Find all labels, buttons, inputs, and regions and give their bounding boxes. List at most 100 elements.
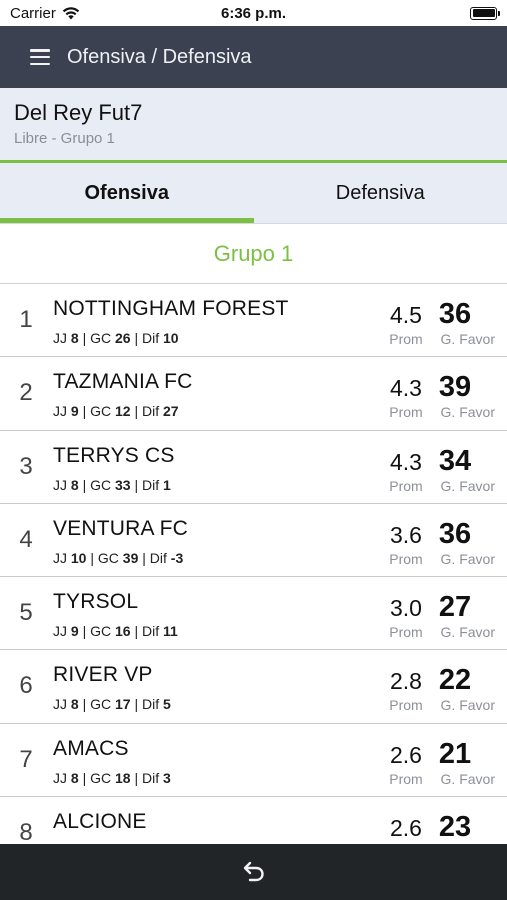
prom-label: Prom — [389, 550, 423, 567]
dif-label: Dif — [142, 769, 160, 786]
prom-value: 4.3 — [390, 448, 422, 475]
dif-value: 10 — [163, 330, 179, 346]
prom-value: 2.8 — [390, 668, 422, 695]
tab-defensiva[interactable]: Defensiva — [254, 163, 507, 223]
gc-value: 33 — [115, 476, 131, 493]
gc-value: 16 — [115, 623, 131, 640]
group-title: Grupo 1 — [0, 224, 507, 284]
goals-favor-value: 36 — [438, 298, 472, 330]
standings-list: 1 NOTTINGHAM FOREST JJ 8 | GC 26 | Dif 1… — [0, 284, 507, 871]
back-arrow-icon[interactable] — [239, 857, 269, 887]
list-item[interactable]: 3 TERRYS CS JJ 8 | GC 33 | Dif 1 4.3 Pro… — [0, 430, 507, 504]
goals-favor-label: G. Favor — [440, 624, 495, 641]
team-name: VENTURA FC — [53, 516, 189, 540]
team-stats: JJ 8 | GC 18 | Dif 3 — [53, 769, 171, 786]
league-subtitle: Libre - Grupo 1 — [14, 130, 115, 147]
gc-value: 12 — [115, 403, 131, 420]
team-stats: JJ 8 | GC 33 | Dif 1 — [53, 476, 171, 493]
jj-value: 9 — [70, 403, 79, 420]
list-item[interactable]: 1 NOTTINGHAM FOREST JJ 8 | GC 26 | Dif 1… — [0, 284, 507, 358]
rank-number: 5 — [19, 599, 33, 627]
jj-value: 8 — [70, 769, 79, 786]
battery-icon — [470, 6, 500, 20]
prom-label: Prom — [389, 477, 423, 494]
league-name: Del Rey Fut7 — [14, 100, 143, 125]
team-name: RIVER VP — [53, 663, 153, 687]
team-name: AMACS — [53, 736, 129, 760]
list-item[interactable]: 6 RIVER VP JJ 8 | GC 17 | Dif 5 2.8 Prom… — [0, 650, 507, 724]
team-stats: JJ 10 | GC 39 | Dif -3 — [53, 549, 184, 566]
prom-label: Prom — [389, 331, 423, 347]
gc-label: GC — [90, 769, 112, 786]
goals-favor-value: 39 — [438, 371, 472, 404]
dif-value: 1 — [163, 476, 171, 493]
dif-label: Dif — [142, 476, 160, 493]
dif-value: 11 — [163, 623, 178, 640]
team-stats: JJ 8 | GC 17 | Dif 5 — [53, 696, 171, 713]
gc-value: 17 — [115, 696, 131, 713]
goals-favor-label: G. Favor — [440, 550, 495, 567]
tab-bar: Ofensiva Defensiva — [0, 163, 507, 224]
team-stats: JJ 8 | GC 26 | Dif 10 — [53, 330, 179, 346]
goals-favor-value: 36 — [438, 517, 472, 550]
gc-value: 26 — [115, 330, 131, 346]
status-bar: Carrier 6:36 p.m. — [0, 0, 507, 26]
jj-label: JJ — [53, 549, 67, 566]
jj-label: JJ — [53, 623, 67, 640]
prom-value: 3.6 — [390, 521, 422, 548]
dif-label: Dif — [149, 549, 167, 566]
screen: Carrier 6:36 p.m. Ofensiva / Defensiva D… — [0, 0, 507, 900]
prom-label: Prom — [389, 624, 423, 641]
team-name: ALCIONE — [53, 810, 147, 834]
goals-favor-label: G. Favor — [440, 770, 495, 787]
goals-favor-value: 23 — [438, 811, 472, 844]
goals-favor-label: G. Favor — [440, 404, 495, 421]
goals-favor-value: 21 — [438, 737, 472, 770]
hamburger-icon[interactable] — [30, 49, 50, 65]
jj-value: 9 — [70, 623, 79, 640]
prom-label: Prom — [389, 770, 423, 787]
prom-value: 2.6 — [390, 741, 422, 768]
dif-value: 3 — [163, 769, 171, 786]
goals-favor-value: 34 — [438, 444, 472, 477]
dif-value: 5 — [163, 696, 171, 713]
team-stats: JJ 9 | GC 12 | Dif 27 — [53, 403, 179, 420]
gc-value: 39 — [122, 549, 139, 566]
league-header: Del Rey Fut7 Libre - Grupo 1 — [0, 88, 507, 160]
jj-label: JJ — [53, 696, 67, 713]
rank-number: 3 — [19, 452, 33, 480]
jj-value: 8 — [70, 330, 79, 346]
gc-label: GC — [97, 549, 119, 566]
team-name: TAZMANIA FC — [53, 370, 193, 394]
goals-favor-label: G. Favor — [440, 331, 495, 347]
dif-value: -3 — [170, 549, 184, 566]
rank-number: 6 — [19, 672, 33, 700]
dif-value: 27 — [163, 403, 179, 420]
rank-number: 2 — [19, 379, 33, 407]
rank-number: 4 — [19, 525, 33, 553]
list-item[interactable]: 7 AMACS JJ 8 | GC 18 | Dif 3 2.6 Prom 21… — [0, 723, 507, 798]
rank-number: 1 — [19, 306, 33, 333]
tab-ofensiva[interactable]: Ofensiva — [0, 163, 254, 223]
dif-label: Dif — [142, 696, 160, 713]
prom-label: Prom — [389, 404, 423, 421]
list-item[interactable]: 4 VENTURA FC JJ 10 | GC 39 | Dif -3 3.6 … — [0, 503, 507, 578]
jj-label: JJ — [53, 330, 67, 346]
goals-favor-label: G. Favor — [440, 477, 495, 494]
gc-label: GC — [90, 330, 112, 346]
prom-label: Prom — [389, 697, 423, 714]
list-item[interactable]: 2 TAZMANIA FC JJ 9 | GC 12 | Dif 27 4.3 … — [0, 357, 507, 431]
rank-number: 7 — [19, 745, 33, 773]
rank-number: 8 — [19, 819, 33, 847]
navbar: Ofensiva / Defensiva — [0, 26, 507, 88]
gc-label: GC — [90, 623, 112, 640]
gc-label: GC — [90, 696, 112, 713]
jj-value: 8 — [70, 696, 79, 713]
bottom-bar — [0, 844, 507, 900]
jj-value: 10 — [70, 549, 87, 566]
jj-label: JJ — [53, 403, 67, 420]
prom-value: 3.0 — [390, 595, 422, 622]
gc-label: GC — [90, 403, 112, 420]
prom-value: 4.3 — [390, 375, 422, 402]
list-item[interactable]: 5 TYRSOL JJ 9 | GC 16 | Dif 11 3.0 Prom … — [0, 577, 507, 651]
